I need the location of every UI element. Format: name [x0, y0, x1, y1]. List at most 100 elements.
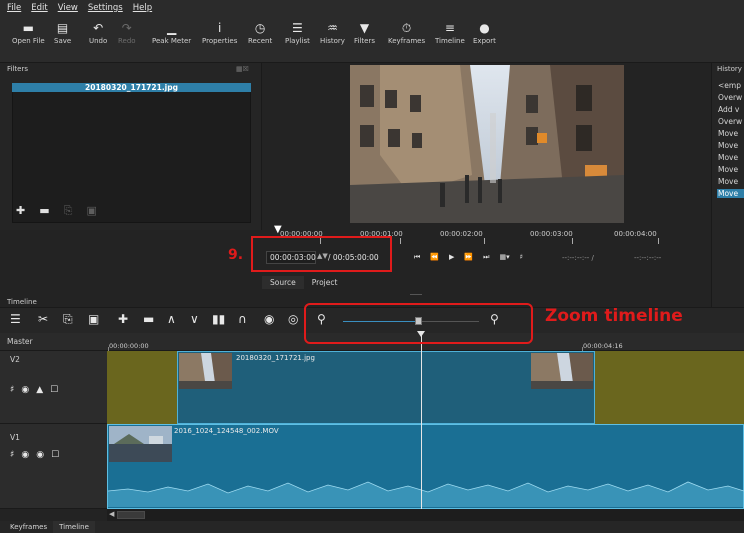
remove-filter-icon[interactable]: ▬ — [39, 205, 49, 217]
overwrite-icon[interactable]: ∨ — [190, 312, 199, 326]
filters-list[interactable] — [12, 83, 251, 223]
tab-keyframes[interactable]: Keyframes — [4, 521, 53, 533]
rewind-icon[interactable]: ⏪ — [430, 253, 439, 262]
ruler-tick: 00:00:03:00 — [530, 230, 573, 238]
history-item[interactable]: Move — [718, 165, 738, 174]
undo-button[interactable]: ↶ Undo — [89, 21, 107, 45]
track-header-v2[interactable]: V2 ♯ ◉ ▲ ☐ — [0, 351, 107, 424]
splitter-handle[interactable] — [410, 294, 422, 295]
add-filter-icon[interactable]: ✚ — [16, 205, 25, 217]
video-viewer — [262, 63, 711, 230]
in-point-field: --:--:--:-- / — [562, 254, 594, 262]
recent-button[interactable]: ◷ Recent — [248, 21, 272, 45]
open-file-button[interactable]: ▬ Open File — [12, 21, 45, 45]
filters-selected-item[interactable]: 20180320_171721.jpg — [12, 83, 251, 92]
annotation-box-zoom — [304, 303, 533, 344]
bottom-tabs: Keyframes Timeline — [0, 521, 744, 533]
history-title: History — [717, 65, 742, 73]
export-button[interactable]: ● Export — [473, 21, 496, 45]
fast-forward-icon[interactable]: ⏩ — [464, 253, 473, 262]
tab-project[interactable]: Project — [304, 276, 346, 289]
folder-icon: ▬ — [22, 21, 34, 35]
skip-previous-icon[interactable]: ⏮ — [414, 253, 420, 262]
clip-v1[interactable]: 2016_1024_124548_002.MOV — [107, 424, 744, 509]
eye-icon[interactable]: ◉ — [21, 450, 29, 460]
snap-magnet-icon[interactable]: ∩ — [238, 312, 247, 326]
save-button[interactable]: ▤ Save — [54, 21, 71, 45]
track-name: V1 — [10, 433, 20, 442]
preview-frame[interactable] — [350, 65, 624, 223]
mute-icon[interactable]: ♯ — [10, 385, 14, 395]
scrollbar-thumb[interactable] — [117, 511, 145, 519]
timeline-button[interactable]: ≡ Timeline — [435, 21, 465, 45]
eye-icon[interactable]: ◉ — [21, 385, 29, 395]
split-icon[interactable]: ▮▮ — [212, 312, 225, 326]
history-button[interactable]: ♒ History — [320, 21, 345, 45]
timeline-time-start: 00:00:00:00 — [109, 342, 149, 350]
annotation-zoom-label: Zoom timeline — [545, 306, 683, 326]
lock-icon[interactable]: ☐ — [50, 385, 58, 395]
skip-next-icon[interactable]: ⏭ — [483, 253, 489, 262]
lock-icon[interactable]: ☐ — [51, 450, 59, 460]
timeline-time-end: 00:00:04:16 — [583, 342, 623, 350]
composite-icon[interactable]: ◉ — [36, 450, 44, 460]
history-item[interactable]: Move — [718, 153, 738, 162]
cut-icon[interactable]: ✂ — [38, 312, 48, 326]
history-icon: ♒ — [327, 21, 338, 35]
lift-icon[interactable]: ∧ — [167, 312, 176, 326]
filters-panel: Filters ▦☒ 20180320_171721.jpg ✚ ▬ ⎘ ▣ — [0, 63, 262, 230]
menu-edit[interactable]: Edit — [31, 3, 47, 13]
mute-icon[interactable]: ♯ — [10, 450, 14, 460]
timeline-playhead[interactable] — [421, 333, 422, 513]
ripple-delete-icon[interactable]: ▬ — [143, 312, 154, 326]
menu-bar: File Edit View Settings Help — [0, 0, 744, 15]
paste-icon[interactable]: ▣ — [88, 312, 99, 326]
copy-icon[interactable]: ⎘ — [63, 312, 73, 326]
history-item[interactable]: Move — [718, 141, 738, 150]
keyframes-button[interactable]: ⏱ Keyframes — [388, 21, 425, 45]
timeline-scrollbar[interactable]: ◀ — [107, 509, 744, 521]
play-icon[interactable]: ▶ — [449, 253, 454, 262]
main-toolbar: ▬ Open File ▤ Save ↶ Undo ↷ Redo ▁ Peak … — [0, 15, 744, 63]
clip-label: 2016_1024_124548_002.MOV — [174, 427, 279, 435]
timeline-menu-icon[interactable]: ☰ — [10, 312, 21, 326]
history-item-selected[interactable]: Move — [717, 189, 744, 198]
history-item[interactable]: Overw — [718, 93, 742, 102]
properties-button[interactable]: i Properties — [202, 21, 237, 45]
filters-button[interactable]: ▼ Filters — [354, 21, 375, 45]
peak-meter-button[interactable]: ▁ Peak Meter — [152, 21, 191, 45]
menu-help[interactable]: Help — [133, 3, 152, 13]
scroll-left-icon[interactable]: ◀ — [109, 510, 114, 518]
history-item[interactable]: Overw — [718, 117, 742, 126]
history-item[interactable]: Move — [718, 129, 738, 138]
composite-icon[interactable]: ▲ — [36, 385, 43, 395]
clip-v2[interactable]: 20180320_171721.jpg — [177, 351, 595, 424]
save-icon: ▤ — [56, 21, 69, 35]
history-item[interactable]: Move — [718, 177, 738, 186]
track-header-v1[interactable]: V1 ♯ ◉ ◉ ☐ — [0, 424, 107, 509]
track-controls: ♯ ◉ ▲ ☐ — [10, 385, 58, 395]
deselect-filter-icon[interactable]: ▣ — [86, 205, 96, 217]
out-point-field: --:--:--:-- — [634, 254, 662, 262]
copy-filter-icon[interactable]: ⎘ — [64, 205, 73, 217]
panel-float-close-icon[interactable]: ▦☒ — [236, 65, 249, 73]
transport-buttons: ⏮ ⏪ ▶ ⏩ ⏭ ▦▾ ♯ — [414, 253, 523, 262]
ruler-tick: 00:00:02:00 — [440, 230, 483, 238]
ripple-icon[interactable]: ◎ — [288, 312, 298, 326]
menu-view[interactable]: View — [58, 3, 78, 13]
history-item[interactable]: Add v — [718, 105, 739, 114]
append-icon[interactable]: ✚ — [118, 312, 128, 326]
playlist-button[interactable]: ☰ Playlist — [285, 21, 310, 45]
timeline-title: Timeline — [7, 298, 37, 306]
volume-icon[interactable]: ♯ — [520, 253, 523, 262]
clip-label: 20180320_171721.jpg — [236, 354, 315, 362]
tab-source[interactable]: Source — [262, 276, 304, 289]
menu-file[interactable]: File — [7, 3, 21, 13]
history-panel: History <emp Overw Add v Overw Move Move… — [711, 63, 744, 307]
scrub-icon[interactable]: ◉ — [264, 312, 274, 326]
tab-timeline[interactable]: Timeline — [53, 521, 95, 533]
grid-icon[interactable]: ▦▾ — [499, 253, 509, 262]
history-item[interactable]: <emp — [718, 81, 741, 90]
menu-settings[interactable]: Settings — [88, 3, 123, 13]
redo-button[interactable]: ↷ Redo — [118, 21, 136, 45]
